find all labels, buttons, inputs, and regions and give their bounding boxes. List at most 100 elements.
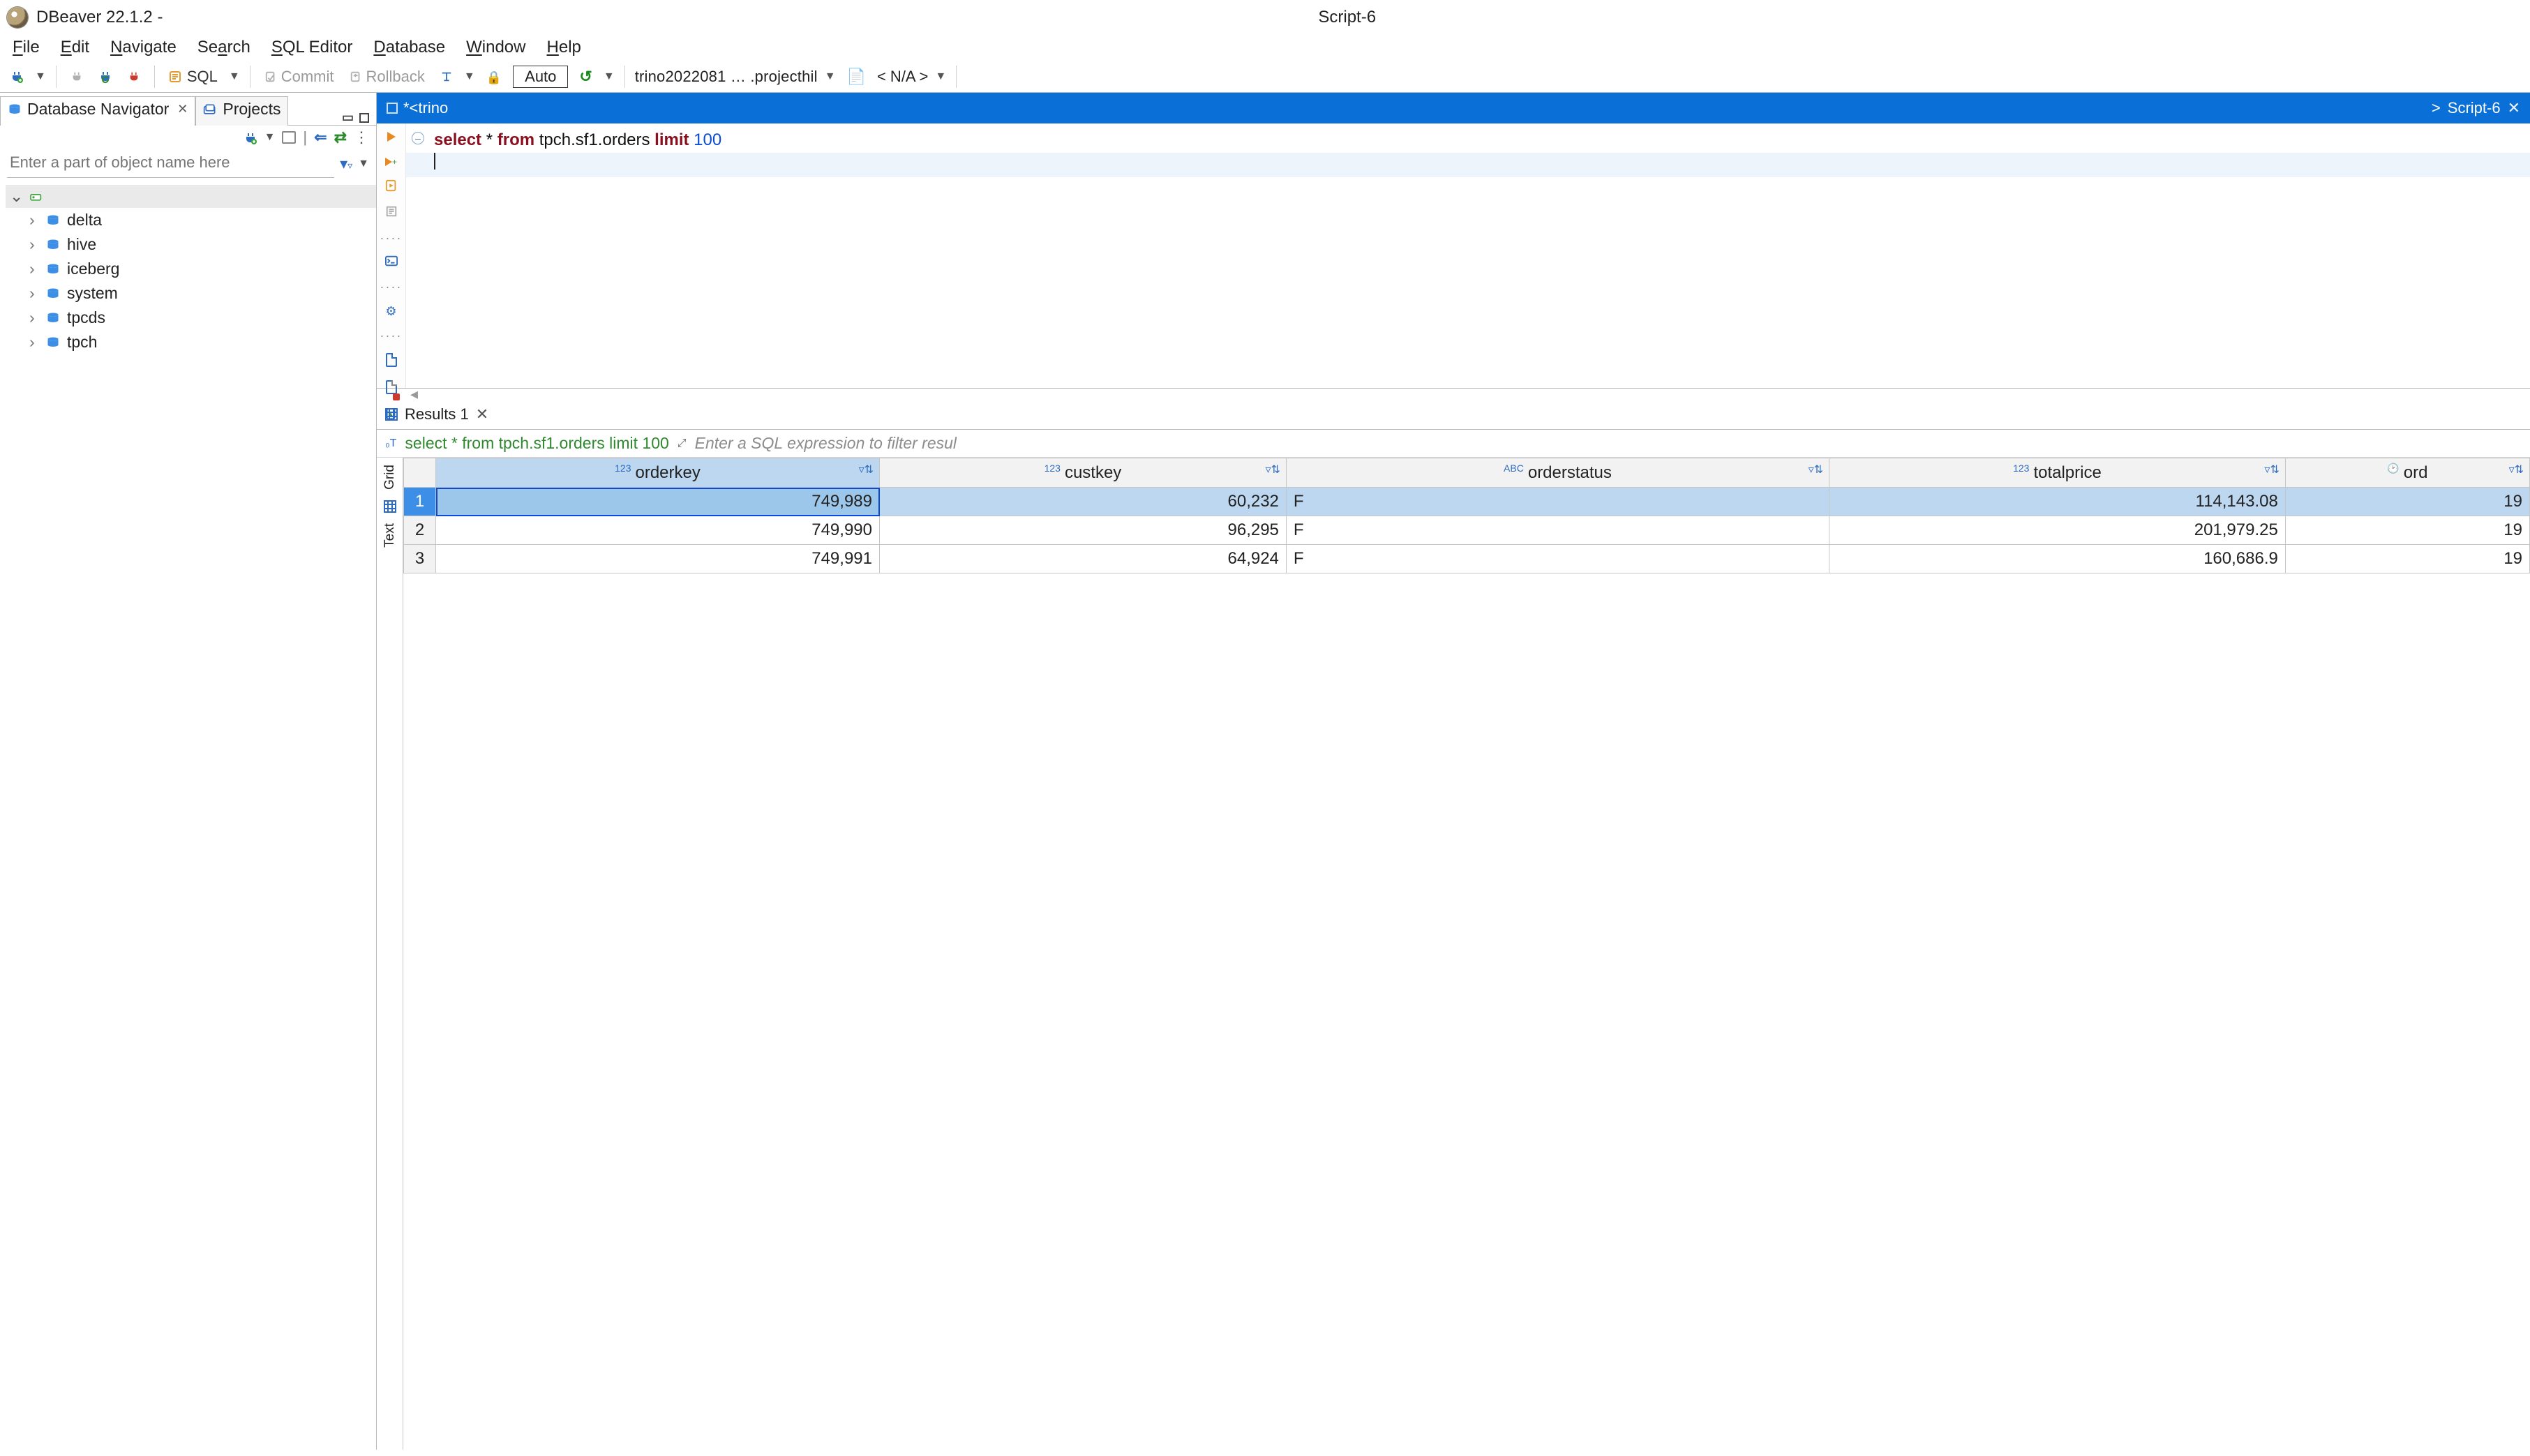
menu-window[interactable]: Window [466,38,525,57]
table-row[interactable]: 2749,99096,295F201,979.2519 [404,516,2530,545]
column-header-ord[interactable]: 🕑ord▿⇅ [2285,458,2529,488]
lock-button[interactable] [482,66,506,87]
tab-database-navigator[interactable]: Database Navigator ✕ [0,96,195,126]
navigator-filter-input[interactable] [7,149,334,178]
cell-ord[interactable]: 19 [2285,488,2529,516]
table-row[interactable]: 3749,99164,924F160,686.919 [404,545,2530,573]
column-header-custkey[interactable]: 123custkey▿⇅ [880,458,1287,488]
sort-icon[interactable]: ▿⇅ [1809,463,1823,476]
cell-orderkey[interactable]: 749,991 [436,545,880,573]
cell-custkey[interactable]: 60,232 [880,488,1287,516]
sort-icon[interactable]: ▿⇅ [2264,463,2279,476]
cell-orderkey[interactable]: 749,990 [436,516,880,545]
execute-statement-button[interactable] [387,130,396,145]
active-schema-selector[interactable]: < N/A > [877,68,928,86]
cell-orderkey[interactable]: 749,989 [436,488,880,516]
expand-icon[interactable]: ⤢ [678,437,687,450]
active-connection-selector[interactable]: trino2022081 … .projecthil [635,68,818,86]
tab-projects[interactable]: Projects [195,96,288,126]
tree-item-delta[interactable]: ›delta [25,208,376,232]
commit-button[interactable]: Commit [260,66,338,87]
cell-orderstatus[interactable]: F [1286,488,1829,516]
chevron-right-icon[interactable]: › [29,260,39,278]
view-grid-icon-button[interactable] [380,497,400,516]
menu-edit[interactable]: Edit [61,38,89,57]
cell-custkey[interactable]: 64,924 [880,545,1287,573]
rownum-cell[interactable]: 2 [404,516,436,545]
new-connection-button[interactable] [6,68,28,85]
filter-dd[interactable]: ▼ [358,158,369,170]
link-editor-button[interactable]: ⇄ [334,128,347,147]
editor-tab-script[interactable]: > Script-6 ✕ [2422,93,2530,123]
active-schema-dd[interactable]: ▼ [935,70,946,83]
chevron-right-icon[interactable]: › [29,235,39,254]
menu-navigate[interactable]: Navigate [110,38,177,57]
editor-settings-button[interactable] [385,304,396,319]
results-filter-input[interactable]: Enter a SQL expression to filter resul [695,434,957,453]
cell-totalprice[interactable]: 160,686.9 [1829,545,2286,573]
cell-totalprice[interactable]: 114,143.08 [1829,488,2286,516]
fold-toggle-icon[interactable]: – [412,132,424,144]
tree-root-connection[interactable]: ⌄ [6,185,376,208]
script-error-button[interactable] [386,380,397,398]
chevron-right-icon[interactable]: › [29,284,39,303]
rollback-button[interactable]: Rollback [345,66,429,87]
view-text-tab[interactable]: Text [382,518,398,553]
maximize-view-button[interactable] [359,113,369,123]
rownum-header[interactable] [404,458,436,488]
open-sql-editor-button[interactable]: SQL [165,66,222,87]
view-menu-button[interactable]: ⋮ [354,128,369,147]
menu-sql-editor[interactable]: SQL Editor [271,38,353,57]
minimize-view-button[interactable]: ▭ [342,110,352,125]
tree-item-system[interactable]: ›system [25,281,376,306]
editor-hscroll[interactable]: ◂ [377,389,2530,400]
active-connection-dd[interactable]: ▼ [825,70,836,83]
sort-icon[interactable]: ▿⇅ [2509,463,2524,476]
new-script-button[interactable] [386,353,397,370]
connect-button[interactable] [66,69,87,84]
column-header-orderkey[interactable]: 123orderkey▿⇅ [436,458,880,488]
collapse-all-button[interactable]: ⇐ [314,128,327,147]
editor-tab-context[interactable]: *<trino [377,93,458,123]
schema-icon-button[interactable] [843,66,870,87]
cell-orderstatus[interactable]: F [1286,545,1829,573]
results-grid[interactable]: 123orderkey▿⇅123custkey▿⇅ABCorderstatus▿… [403,458,2530,1450]
menu-help[interactable]: Help [547,38,581,57]
results-tab-label[interactable]: Results 1 [405,405,469,423]
rownum-cell[interactable]: 1 [404,488,436,516]
tx-history-button[interactable] [575,66,596,87]
sql-editor[interactable]: – select * from tpch.sf1.orders limit 10… [406,123,2530,388]
chevron-down-icon[interactable]: ⌄ [10,187,22,206]
menu-database[interactable]: Database [373,38,445,57]
chevron-right-icon[interactable]: › [29,211,39,230]
cell-orderstatus[interactable]: F [1286,516,1829,545]
table-row[interactable]: 1749,98960,232F114,143.0819 [404,488,2530,516]
sql-dd[interactable]: ▼ [229,70,240,83]
execute-in-new-tab-button[interactable] [385,179,398,195]
rownum-cell[interactable]: 3 [404,545,436,573]
execute-script-button[interactable]: + [385,155,397,170]
tree-item-tpcds[interactable]: ›tpcds [25,306,376,330]
new-connection-small-dd[interactable]: ▼ [264,131,276,144]
sort-icon[interactable]: ▿⇅ [1265,463,1280,476]
disconnect-button[interactable] [123,69,144,84]
close-icon[interactable]: ✕ [476,405,488,423]
cell-ord[interactable]: 19 [2285,545,2529,573]
column-header-orderstatus[interactable]: ABCorderstatus▿⇅ [1286,458,1829,488]
sort-icon[interactable]: ▿⇅ [859,463,874,476]
new-connection-small-button[interactable] [244,128,257,147]
tree-item-tpch[interactable]: ›tpch [25,330,376,354]
close-icon[interactable]: ✕ [177,102,188,117]
menu-file[interactable]: File [13,38,40,57]
chevron-right-icon[interactable]: › [29,333,39,352]
funnel-icon[interactable]: ▾▿ [340,155,352,173]
autocommit-field[interactable]: Auto [513,66,568,88]
cell-custkey[interactable]: 96,295 [880,516,1287,545]
cell-ord[interactable]: 19 [2285,516,2529,545]
tx-mode-button[interactable] [436,69,457,84]
chevron-right-icon[interactable]: › [29,308,39,327]
column-header-totalprice[interactable]: 123totalprice▿⇅ [1829,458,2286,488]
explain-plan-button[interactable] [385,205,398,221]
close-icon[interactable]: ✕ [2508,99,2520,117]
nav-box-button[interactable] [282,131,296,144]
